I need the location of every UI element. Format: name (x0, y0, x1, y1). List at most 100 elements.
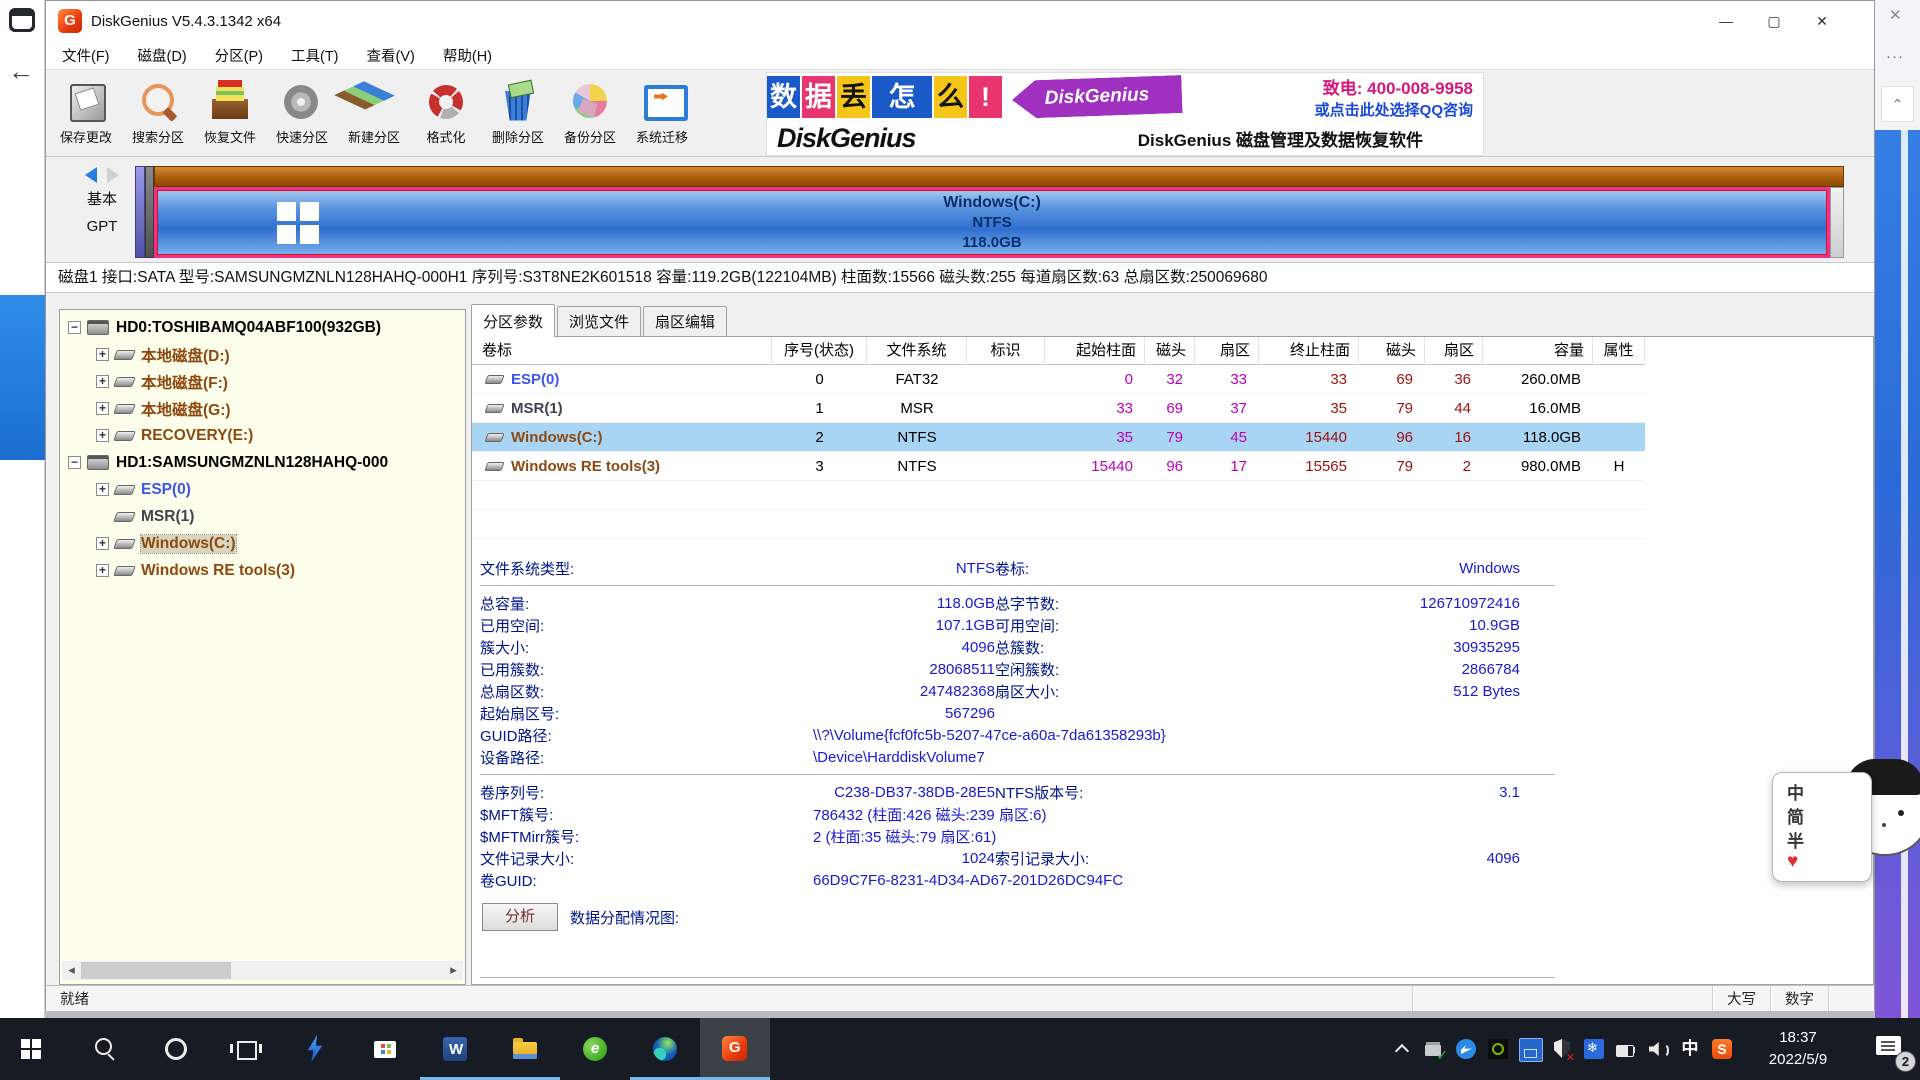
expand-toggle-icon[interactable] (96, 429, 109, 442)
system-migration-button[interactable]: 系统迁移 (626, 70, 698, 156)
background-close-icon[interactable]: ✕ (1889, 6, 1902, 24)
quick-partition-button[interactable]: 快速分区 (266, 70, 338, 156)
scroll-right-icon[interactable]: ▸ (444, 961, 463, 980)
pinned-app-store[interactable] (350, 1018, 420, 1080)
tray-thunder-icon[interactable] (1454, 1037, 1478, 1061)
ad-banner[interactable]: 数 据 丢 怎 么 ! DiskGenius 致电: 400-008-9958 (766, 72, 1484, 156)
tray-print-status-icon[interactable] (1422, 1037, 1446, 1061)
new-partition-button[interactable]: 新建分区 (338, 70, 410, 156)
tray-nvidia-icon[interactable] (1486, 1037, 1510, 1061)
tree-horizontal-scrollbar[interactable]: ◂ ▸ (62, 961, 463, 980)
expand-toggle-icon[interactable] (96, 375, 109, 388)
detail-row: 总容量:118.0GB 总字节数:126710972416 (480, 592, 1873, 614)
ime-mode-item[interactable]: 半 (1787, 827, 1871, 851)
tree-item-local-g[interactable]: 本地磁盘(G:) (60, 395, 465, 422)
tree-item-windows-c[interactable]: Windows(C:) (60, 530, 465, 557)
table-row-windows-re[interactable]: Windows RE tools(3) 3 NTFS 15440 96 17 1… (472, 452, 1645, 481)
task-view-button[interactable] (210, 1018, 280, 1080)
tray-intel-graphics-icon[interactable] (1518, 1037, 1542, 1061)
empty-row (472, 481, 1645, 510)
taskbar-clock[interactable]: 18:37 2022/5/9 (1748, 1027, 1848, 1071)
menu-tools[interactable]: 工具(T) (291, 45, 339, 66)
search-partition-button[interactable]: 搜索分区 (122, 70, 194, 156)
partition-map-esp[interactable] (135, 166, 145, 258)
partition-map-windows-c[interactable]: Windows(C:) NTFS 118.0GB (154, 187, 1830, 258)
tray-security-shield-icon[interactable] (1550, 1037, 1574, 1061)
scroll-left-icon[interactable]: ◂ (62, 961, 81, 980)
app-diskgenius[interactable] (700, 1018, 770, 1080)
taskbar-search-button[interactable] (70, 1018, 140, 1080)
diskgenius-app-icon: G (58, 9, 82, 33)
pinned-app-edge[interactable] (630, 1018, 700, 1080)
table-row-windows-c[interactable]: Windows(C:) 2 NTFS 35 79 45 15440 96 16 … (472, 423, 1645, 452)
more-options-icon[interactable]: ··· (1886, 48, 1904, 65)
partition-tree: HD0:TOSHIBAMQ04ABF100(932GB) 本地磁盘(D:) 本地… (59, 309, 466, 985)
disk-nav-prev-icon[interactable] (85, 167, 97, 183)
disk-nav-next-icon[interactable] (107, 167, 119, 183)
table-row-esp[interactable]: ESP(0) 0 FAT32 0 32 33 33 69 36 260.0MB (472, 365, 1645, 394)
expand-toggle-icon[interactable] (96, 483, 109, 496)
browser-tab-icon[interactable] (9, 8, 35, 32)
scroll-up-icon[interactable]: ⌃ (1881, 86, 1914, 122)
close-button[interactable]: ✕ (1798, 2, 1846, 40)
tree-item-hd1[interactable]: HD1:SAMSUNGMZNLN128HAHQ-000 (60, 449, 465, 476)
tab-sector-edit[interactable]: 扇区编辑 (643, 306, 727, 337)
partition-map-windows-re[interactable] (1830, 187, 1844, 258)
back-arrow-icon[interactable]: ← (8, 56, 34, 87)
tree-item-windows-re[interactable]: Windows RE tools(3) (60, 557, 465, 584)
tray-snowflake-icon[interactable] (1582, 1037, 1606, 1061)
disk-map-bar: 基本 GPT Windows(C:) NTFS 118.0GB (46, 157, 1874, 263)
tray-expand-icon[interactable] (1390, 1037, 1414, 1061)
menu-file[interactable]: 文件(F) (62, 45, 110, 66)
maximize-button[interactable]: ▢ (1750, 2, 1798, 40)
ime-mode-item[interactable]: 简 (1787, 803, 1871, 827)
save-changes-button[interactable]: 保存更改 (50, 70, 122, 156)
pinned-app-bolt[interactable] (280, 1018, 350, 1080)
tree-item-hd0[interactable]: HD0:TOSHIBAMQ04ABF100(932GB) (60, 314, 465, 341)
tree-item-recovery-e[interactable]: RECOVERY(E:) (60, 422, 465, 449)
expand-toggle-icon[interactable] (96, 348, 109, 361)
action-center-button[interactable]: 2 (1862, 1018, 1920, 1080)
tab-browse-files[interactable]: 浏览文件 (557, 306, 641, 337)
tree-item-local-d[interactable]: 本地磁盘(D:) (60, 341, 465, 368)
tree-item-esp[interactable]: ESP(0) (60, 476, 465, 503)
delete-partition-button[interactable]: 删除分区 (482, 70, 554, 156)
partition-map-msr[interactable] (145, 166, 154, 258)
status-ready: 就绪 (46, 988, 89, 1009)
banner-slogan-block: 么 (934, 76, 967, 118)
tab-partition-params[interactable]: 分区参数 (471, 304, 555, 337)
cortana-button[interactable] (140, 1018, 210, 1080)
minimize-button[interactable]: — (1702, 2, 1750, 40)
ime-mode-item[interactable]: 中 (1787, 779, 1871, 803)
tray-ime-lang-icon[interactable]: 中 (1678, 1037, 1702, 1061)
expand-toggle-icon[interactable] (68, 456, 81, 469)
format-button[interactable]: 格式化 (410, 70, 482, 156)
menu-partition[interactable]: 分区(P) (215, 45, 263, 66)
scrollbar-thumb[interactable] (81, 962, 231, 979)
tray-volume-icon[interactable] (1646, 1037, 1670, 1061)
pinned-app-explorer[interactable] (490, 1018, 560, 1080)
menu-bar: 文件(F) 磁盘(D) 分区(P) 工具(T) 查看(V) 帮助(H) (46, 41, 1874, 69)
expand-toggle-icon[interactable] (68, 321, 81, 334)
tree-item-msr[interactable]: MSR(1) (60, 503, 465, 530)
tray-sogou-icon[interactable]: S (1710, 1037, 1734, 1061)
start-button[interactable] (0, 1018, 70, 1080)
tray-power-icon[interactable] (1614, 1037, 1638, 1061)
expand-toggle-icon[interactable] (96, 537, 109, 550)
ime-mode-item[interactable]: ♥ (1787, 851, 1871, 875)
analyze-button[interactable]: 分析 (482, 903, 558, 931)
ime-toolbar[interactable]: 中 简 半 ♥ (1772, 772, 1872, 882)
menu-disk[interactable]: 磁盘(D) (138, 45, 187, 66)
recover-files-button[interactable]: 恢复文件 (194, 70, 266, 156)
pinned-app-browser[interactable] (560, 1018, 630, 1080)
expand-toggle-icon[interactable] (96, 564, 109, 577)
tree-item-local-f[interactable]: 本地磁盘(F:) (60, 368, 465, 395)
expand-toggle-icon[interactable] (96, 402, 109, 415)
table-row-msr[interactable]: MSR(1) 1 MSR 33 69 37 35 79 44 16.0MB (472, 394, 1645, 423)
pinned-app-word[interactable] (420, 1018, 490, 1080)
drive-icon (87, 455, 109, 470)
menu-help[interactable]: 帮助(H) (443, 45, 492, 66)
backup-partition-button[interactable]: 备份分区 (554, 70, 626, 156)
menu-view[interactable]: 查看(V) (367, 45, 415, 66)
banner-qq-link[interactable]: 或点击此处选择QQ咨询 (1315, 99, 1473, 120)
